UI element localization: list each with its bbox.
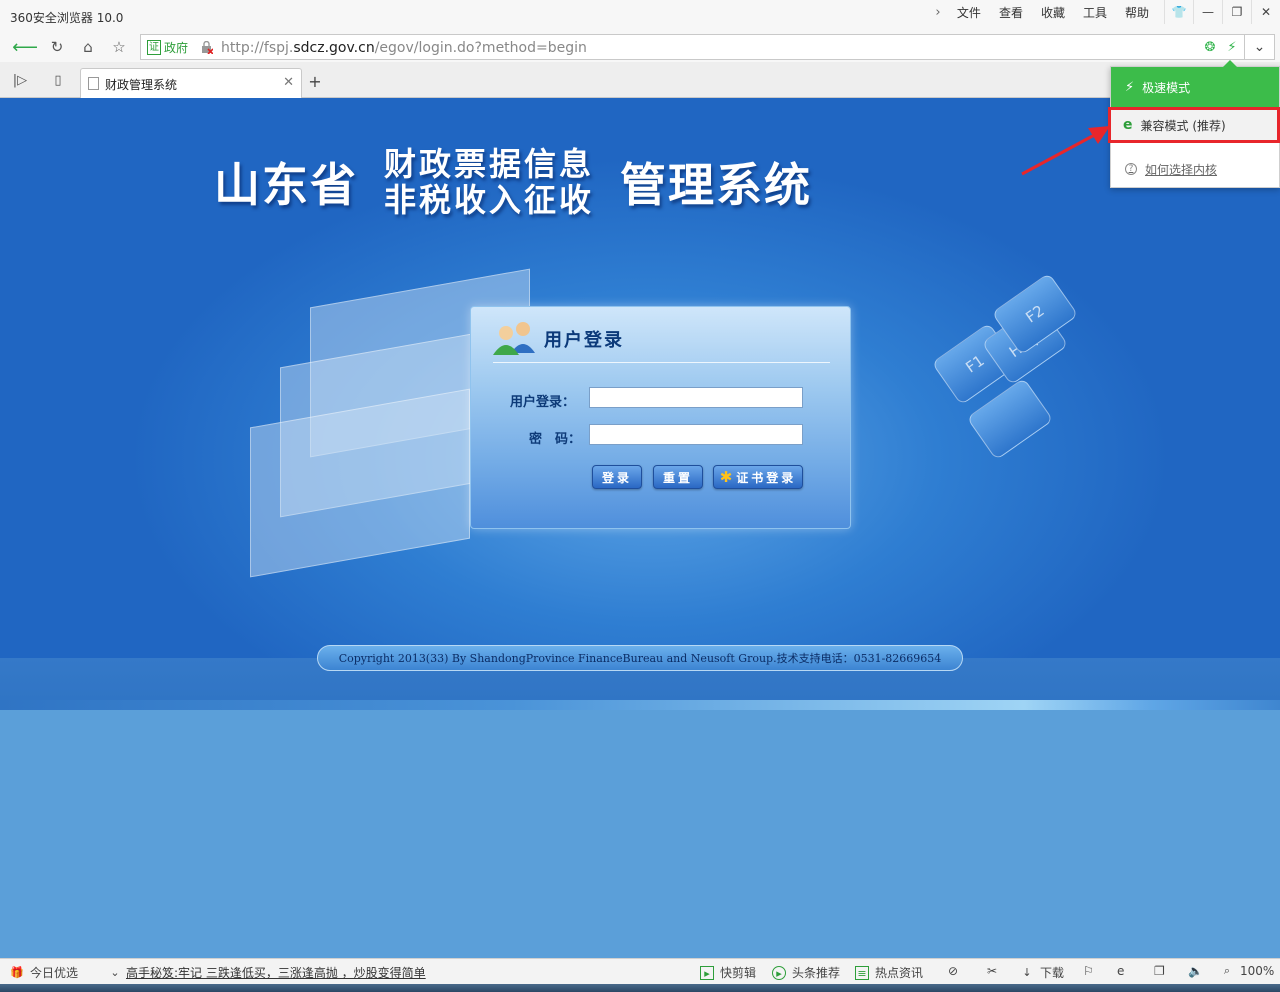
menu-favorites[interactable]: 收藏 — [1032, 4, 1074, 21]
news-icon: ≡ — [855, 965, 869, 980]
menu-bar: › 文件 查看 收藏 工具 帮助 — [928, 0, 1158, 24]
favorite-star-button[interactable]: ☆ — [106, 36, 132, 58]
circle-play-icon: ▸ — [772, 965, 786, 980]
headline-line-1: 财政票据信息 — [384, 145, 595, 183]
chevron-down-icon: ⌄ — [110, 965, 120, 979]
skin-icon[interactable]: 👕 — [1164, 0, 1193, 24]
zoom-control[interactable]: ⌕ 100% — [1220, 964, 1274, 978]
copyright-bar: Copyright 2013(33) By ShandongProvince F… — [317, 645, 963, 671]
page-icon — [88, 77, 99, 90]
download-icon: ↓ — [1022, 965, 1032, 979]
status-bar: 🎁 今日优选 ⌄ 高手秘笈:牢记 三跌逢低买，三涨逢高抛 ，炒股变得简单 ▸ 快… — [0, 958, 1280, 984]
tools-icon[interactable]: ✂ — [987, 964, 997, 978]
speed-icon[interactable]: ⊘ — [948, 964, 958, 978]
maximize-button[interactable]: ❐ — [1222, 0, 1251, 24]
gift-icon: 🎁 — [10, 965, 24, 979]
keyboard-illustration: F1 Help F2 — [860, 268, 1160, 568]
headline-system: 管理系统 — [620, 158, 813, 212]
lightning-icon: ⚡ — [1125, 79, 1135, 95]
insecure-lock-icon[interactable] — [201, 41, 213, 54]
divider — [493, 362, 830, 363]
headline-stack: 财政票据信息 非税收入征收 — [384, 146, 594, 218]
os-taskbar — [0, 984, 1280, 992]
flag-icon[interactable]: ⚐ — [1083, 964, 1094, 978]
ie-icon: e — [1123, 117, 1133, 133]
sidebar-toggle-icon[interactable]: |▷ — [10, 70, 30, 90]
cert-star-icon: ✱ — [719, 468, 733, 486]
today-picks[interactable]: 🎁 今日优选 — [10, 964, 78, 981]
page-content: F1 Help F2 山东省 财政票据信息 非税收入征收 管理系统 用户登录 用… — [0, 98, 1280, 958]
cert-icon: 证 — [147, 40, 161, 55]
kernel-mode-menu: ⚡ 极速模式 e 兼容模式 (推荐) ? 如何选择内核 — [1108, 60, 1280, 188]
cert-login-button[interactable]: ✱ 证书登录 — [713, 465, 803, 489]
url-text[interactable]: http://fspj.sdcz.gov.cn/egov/login.do?me… — [221, 40, 587, 56]
navigation-bar: ⟵ ↻ ⌂ ☆ 证 政府 http://fspj.sdcz.gov.cn/ego… — [0, 32, 1280, 62]
headline-line-2: 非税收入征收 — [384, 181, 595, 219]
fast-mode-option[interactable]: ⚡ 极速模式 — [1111, 67, 1279, 107]
hot-news[interactable]: ≡ 热点资讯 — [855, 964, 923, 981]
login-title: 用户登录 — [544, 330, 624, 351]
news-ticker[interactable]: ⌄ 高手秘笈:牢记 三跌逢低买，三涨逢高抛 ，炒股变得简单 — [110, 964, 425, 981]
tab-close-icon[interactable]: ✕ — [283, 75, 294, 90]
how-to-choose-label: 如何选择内核 — [1145, 162, 1218, 177]
zoom-icon: ⌕ — [1223, 964, 1231, 977]
url-actions: ❂ ⚡ — [1202, 39, 1240, 55]
password-label: 密 码： — [529, 432, 582, 447]
lightning-icon[interactable]: ⚡ — [1224, 39, 1240, 55]
users-icon — [493, 322, 535, 355]
mobile-icon[interactable]: ▯ — [48, 70, 68, 90]
close-button[interactable]: ✕ — [1251, 0, 1280, 24]
window-controls: 👕 — ❐ ✕ — [1164, 0, 1280, 24]
login-panel: 用户登录 用户登录： 密 码： 登录 重置 ✱ 证书登录 — [470, 306, 851, 529]
headline-recommend[interactable]: ▸ 头条推荐 — [772, 964, 840, 981]
menu-caret — [1223, 60, 1237, 67]
compat-mode-option[interactable]: e 兼容模式 (推荐) — [1108, 107, 1280, 143]
chevron-right-icon[interactable]: › — [928, 5, 948, 20]
password-input[interactable] — [589, 424, 803, 445]
refresh-button[interactable]: ↻ — [44, 36, 70, 58]
back-button[interactable]: ⟵ — [12, 36, 38, 58]
home-button[interactable]: ⌂ — [75, 36, 101, 58]
ie-status-icon[interactable]: e — [1117, 964, 1124, 978]
username-label: 用户登录： — [510, 395, 576, 410]
fast-mode-label: 极速模式 — [1142, 80, 1191, 95]
cert-label: 政府 — [164, 41, 189, 55]
menu-help[interactable]: 帮助 — [1116, 4, 1158, 21]
ie-compat-icon[interactable]: ❂ — [1202, 39, 1218, 55]
play-icon: ▸ — [700, 965, 714, 980]
quick-cut[interactable]: ▸ 快剪辑 — [700, 964, 756, 981]
glow-strip — [0, 700, 1280, 710]
tab-bar: |▷ ▯ 财政管理系统 ✕ + — [0, 62, 1280, 99]
download-link[interactable]: ↓ 下载 — [1020, 964, 1064, 981]
how-to-choose-link[interactable]: ? 如何选择内核 — [1111, 157, 1279, 181]
menu-view[interactable]: 查看 — [990, 4, 1032, 21]
cert-login-label: 证书登录 — [736, 470, 797, 485]
minimize-button[interactable]: — — [1193, 0, 1222, 24]
login-button[interactable]: 登录 — [592, 465, 642, 489]
title-bar: 360安全浏览器 10.0 › 文件 查看 收藏 工具 帮助 👕 — ❐ ✕ — [0, 0, 1280, 32]
question-icon: ? — [1125, 163, 1137, 175]
address-bar[interactable]: 证 政府 http://fspj.sdcz.gov.cn/egov/login.… — [140, 34, 1245, 60]
annotation-arrow-icon — [1021, 126, 1110, 176]
tab-title: 财政管理系统 — [105, 78, 178, 92]
page-headline: 山东省 财政票据信息 非税收入征收 管理系统 — [214, 146, 812, 218]
tab-finance-system[interactable]: 财政管理系统 ✕ — [80, 68, 302, 99]
reset-button[interactable]: 重置 — [653, 465, 703, 489]
headline-province: 山东省 — [214, 158, 358, 212]
app-title: 360安全浏览器 10.0 — [10, 11, 124, 25]
gov-cert-badge[interactable]: 证 政府 — [147, 39, 188, 56]
menu-tools[interactable]: 工具 — [1074, 4, 1116, 21]
compat-mode-label: 兼容模式 (推荐) — [1140, 118, 1226, 133]
volume-icon[interactable]: 🔈 — [1188, 964, 1203, 978]
window-icon[interactable]: ❐ — [1154, 964, 1165, 978]
new-tab-button[interactable]: + — [305, 71, 325, 91]
menu-file[interactable]: 文件 — [948, 4, 990, 21]
username-input[interactable] — [589, 387, 803, 408]
address-dropdown-button[interactable]: ⌄ — [1245, 34, 1275, 60]
